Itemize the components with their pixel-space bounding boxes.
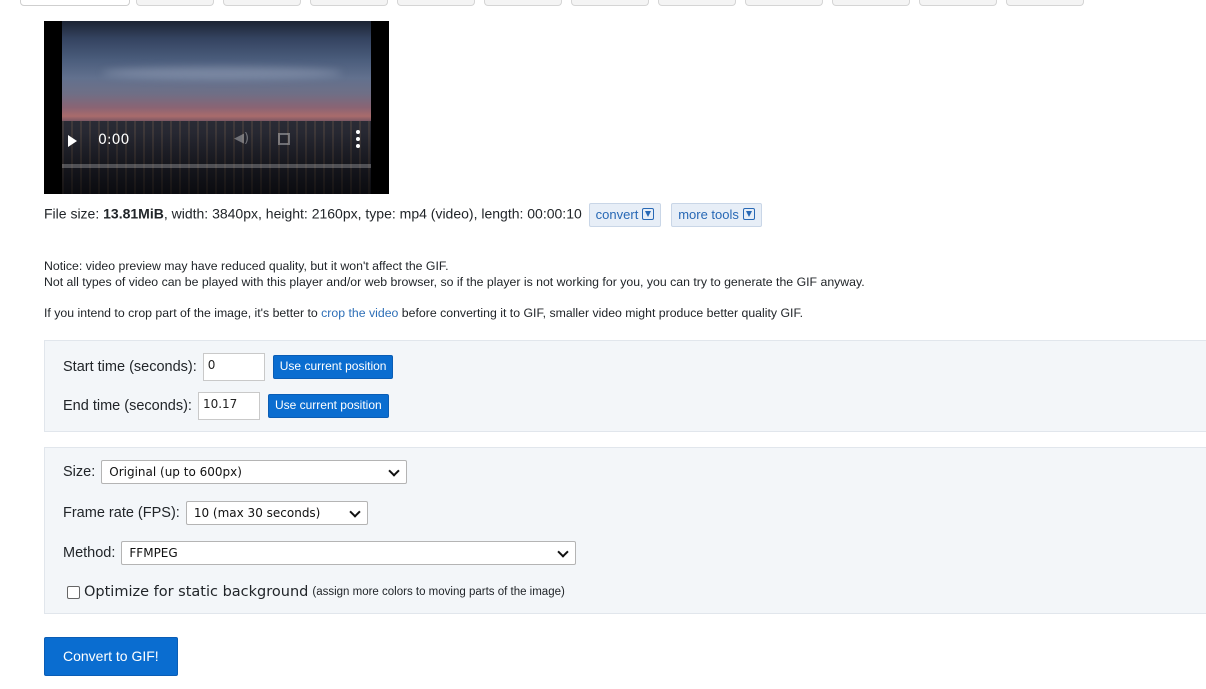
tab-4[interactable]	[310, 0, 388, 6]
file-info: File size: 13.81MiB, width: 3840px, heig…	[44, 203, 762, 227]
convert-to-gif-button[interactable]: Convert to GIF!	[44, 637, 178, 676]
optimize-checkbox[interactable]	[67, 585, 80, 599]
crop-video-link[interactable]: crop the video	[321, 306, 398, 320]
size-select[interactable]: Original (up to 600px)	[101, 460, 408, 484]
notice-line-2: Not all types of video can be played wit…	[44, 275, 865, 289]
volume-icon[interactable]: ◀)	[234, 131, 249, 146]
tab-10[interactable]	[832, 0, 910, 6]
video-time: 0:00	[98, 132, 130, 148]
tab-3[interactable]	[223, 0, 301, 6]
start-use-current-button[interactable]: Use current position	[272, 355, 394, 379]
size-row: Size: Original (up to 600px)	[63, 460, 408, 484]
convert-button[interactable]: convert	[588, 203, 662, 227]
notice-text: Notice: video preview may have reduced q…	[44, 258, 865, 290]
chevron-down-icon	[349, 506, 361, 518]
chevron-down-icon	[388, 465, 400, 477]
method-value: FFMPEG	[129, 546, 178, 560]
video-progress-bar[interactable]	[62, 164, 371, 168]
video-controls: 0:00 ◀)	[62, 125, 371, 171]
notice-line-1: Notice: video preview may have reduced q…	[44, 259, 449, 273]
optimize-hint: (assign more colors to moving parts of t…	[312, 586, 565, 598]
tab-7[interactable]	[571, 0, 649, 6]
chevron-down-icon	[557, 546, 570, 558]
tab-9[interactable]	[745, 0, 823, 6]
optimize-label[interactable]: Optimize for static background	[84, 584, 308, 600]
fps-value: 10 (max 30 seconds)	[193, 506, 321, 520]
crop-suffix: before converting it to GIF, smaller vid…	[398, 306, 804, 320]
tab-5[interactable]	[397, 0, 475, 6]
options-panel: Size: Original (up to 600px) Frame rate …	[44, 447, 1206, 614]
tab-8[interactable]	[658, 0, 736, 6]
start-time-input[interactable]: 0	[202, 353, 265, 381]
tab-12[interactable]	[1006, 0, 1084, 6]
play-icon[interactable]	[68, 135, 77, 147]
fullscreen-icon[interactable]	[278, 133, 290, 145]
file-size-value: 13.81MiB	[103, 205, 164, 222]
method-label: Method:	[63, 545, 116, 561]
more-options-icon[interactable]	[356, 130, 360, 148]
crop-notice: If you intend to crop part of the image,…	[44, 305, 803, 321]
end-time-input[interactable]: 10.17	[197, 392, 260, 420]
start-time-label: Start time (seconds):	[63, 359, 197, 375]
crop-prefix: If you intend to crop part of the image,…	[44, 306, 322, 320]
video-player[interactable]: 0:00 ◀)	[44, 21, 389, 194]
fps-row: Frame rate (FPS): 10 (max 30 seconds)	[63, 501, 368, 525]
convert-button-label: convert	[595, 207, 639, 222]
size-value: Original (up to 600px)	[109, 465, 242, 479]
end-use-current-button[interactable]: Use current position	[267, 394, 389, 418]
fps-label: Frame rate (FPS):	[63, 505, 180, 521]
time-panel: Start time (seconds): 0 Use current posi…	[44, 340, 1206, 432]
end-time-row: End time (seconds): 10.17 Use current po…	[63, 392, 389, 420]
start-time-row: Start time (seconds): 0 Use current posi…	[63, 353, 394, 381]
end-time-label: End time (seconds):	[63, 398, 192, 414]
method-row: Method: FFMPEG	[63, 541, 577, 565]
fps-select[interactable]: 10 (max 30 seconds)	[185, 501, 368, 525]
optimize-row: Optimize for static background (assign m…	[67, 584, 565, 600]
file-size-label: File size:	[44, 205, 104, 222]
tab-6[interactable]	[484, 0, 562, 6]
method-select[interactable]: FFMPEG	[121, 541, 577, 565]
more-tools-button-label: more tools	[678, 207, 739, 222]
tab-1[interactable]	[20, 0, 130, 6]
dropdown-arrow-icon	[742, 208, 755, 220]
tab-2[interactable]	[136, 0, 214, 6]
file-details: , width: 3840px, height: 2160px, type: m…	[163, 205, 582, 222]
dropdown-arrow-icon	[642, 208, 655, 220]
size-label: Size:	[63, 464, 96, 480]
tab-11[interactable]	[919, 0, 997, 6]
more-tools-button[interactable]: more tools	[671, 203, 762, 227]
